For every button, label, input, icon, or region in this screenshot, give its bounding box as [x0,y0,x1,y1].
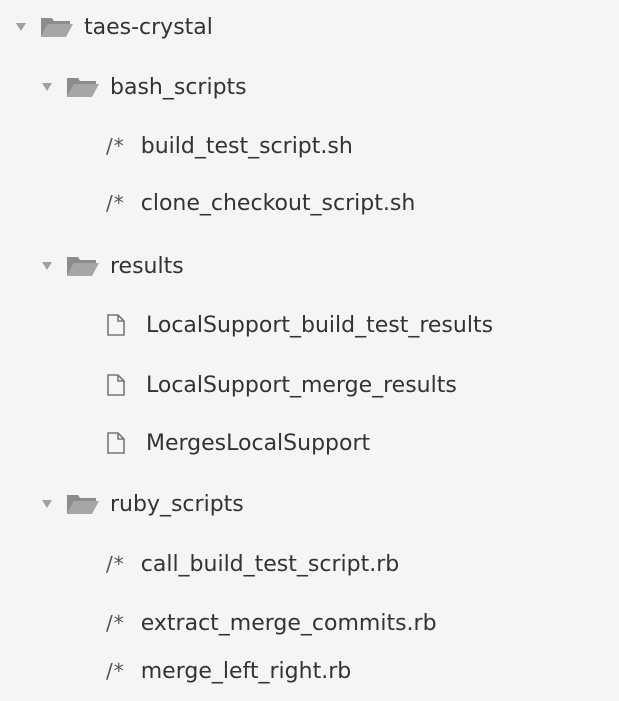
chevron-down-icon[interactable] [40,497,54,511]
code-comment-icon: /* [106,134,125,158]
tree-item-merge-left-right[interactable]: /* merge_left_right.rb [106,642,351,700]
tree-item-label: extract_merge_commits.rb [140,610,437,636]
tree-item-build-test-script[interactable]: /* build_test_script.sh [106,117,353,175]
tree-item-label: MergesLocalSupport [146,430,371,456]
file-icon [106,312,128,338]
code-comment-icon: /* [106,659,125,683]
tree-item-taes-crystal[interactable]: taes-crystal [14,0,213,56]
tree-item-clone-checkout-script[interactable]: /* clone_checkout_script.sh [106,174,415,232]
tree-item-bash-scripts[interactable]: bash_scripts [40,58,247,116]
tree-item-label: build_test_script.sh [140,133,353,159]
file-icon [106,430,128,456]
file-icon [106,372,128,398]
tree-item-results[interactable]: results [40,237,184,295]
tree-item-label: LocalSupport_build_test_results [146,312,494,338]
folder-open-icon [66,253,100,279]
chevron-down-icon[interactable] [14,20,28,34]
chevron-down-icon[interactable] [40,80,54,94]
tree-item-label: call_build_test_script.rb [140,551,400,577]
tree-item-mergeslocalsupport[interactable]: MergesLocalSupport [106,414,370,472]
tree-item-label: results [110,253,184,279]
tree-item-call-build-test-script[interactable]: /* call_build_test_script.rb [106,535,399,593]
file-tree: taes-crystal bash_scripts /* build_test_… [0,0,619,701]
tree-item-ruby-scripts[interactable]: ruby_scripts [40,475,244,533]
folder-open-icon [40,14,74,40]
tree-item-label: LocalSupport_merge_results [146,372,457,398]
tree-item-label: clone_checkout_script.sh [140,190,416,216]
code-comment-icon: /* [106,191,125,215]
tree-item-localsupport-merge-results[interactable]: LocalSupport_merge_results [106,356,457,414]
tree-item-label: ruby_scripts [110,491,244,517]
code-comment-icon: /* [106,552,125,576]
chevron-down-icon[interactable] [40,259,54,273]
code-comment-icon: /* [106,611,125,635]
tree-item-label: taes-crystal [84,14,213,40]
folder-open-icon [66,491,100,517]
tree-item-label: bash_scripts [110,74,247,100]
tree-item-label: merge_left_right.rb [140,658,352,684]
tree-item-localsupport-build-test-results[interactable]: LocalSupport_build_test_results [106,296,493,354]
folder-open-icon [66,74,100,100]
